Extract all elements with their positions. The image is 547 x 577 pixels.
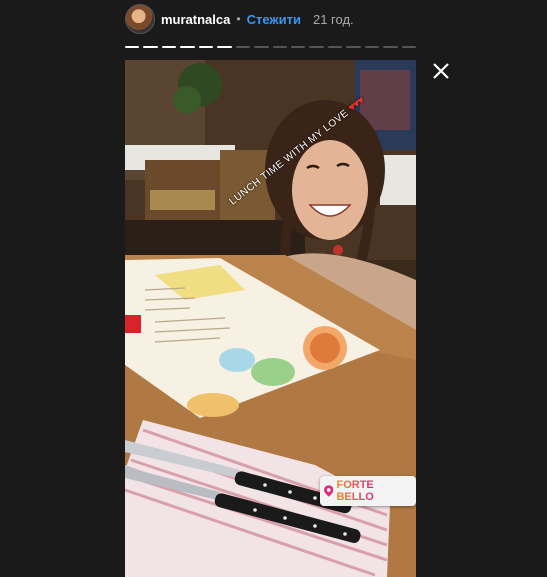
progress-segment [198, 46, 214, 48]
location-pin-icon [324, 485, 334, 497]
progress-segment [290, 46, 306, 48]
story-media[interactable]: LUNCH TIME WITH MY LOVE ♥♥♥ FORTE BELLO [125, 60, 416, 577]
separator-dot: • [236, 12, 241, 26]
progress-segment [364, 46, 380, 48]
progress-segment [309, 46, 324, 48]
close-button[interactable] [430, 60, 452, 82]
progress-segment [143, 46, 158, 48]
progress-segment [272, 46, 287, 48]
progress-segment [161, 46, 177, 48]
progress-segment [383, 46, 398, 48]
progress-segment [217, 46, 232, 48]
progress-segment [327, 46, 343, 48]
avatar[interactable] [125, 4, 155, 34]
username-link[interactable]: muratnalca [161, 12, 230, 27]
close-icon [433, 63, 449, 79]
location-sticker[interactable]: FORTE BELLO [320, 476, 416, 506]
progress-segment [235, 46, 251, 48]
story-header: muratnalca • Стежити 21 год. [125, 4, 354, 34]
progress-segment [401, 46, 416, 48]
post-time: 21 год. [312, 11, 354, 27]
progress-segment [125, 46, 140, 48]
progress-segment [346, 46, 361, 48]
progress-segment [254, 46, 269, 48]
story-progress-bar [125, 46, 416, 48]
progress-segment [180, 46, 195, 48]
follow-button[interactable]: Стежити [247, 12, 301, 27]
location-name: FORTE BELLO [336, 479, 410, 503]
